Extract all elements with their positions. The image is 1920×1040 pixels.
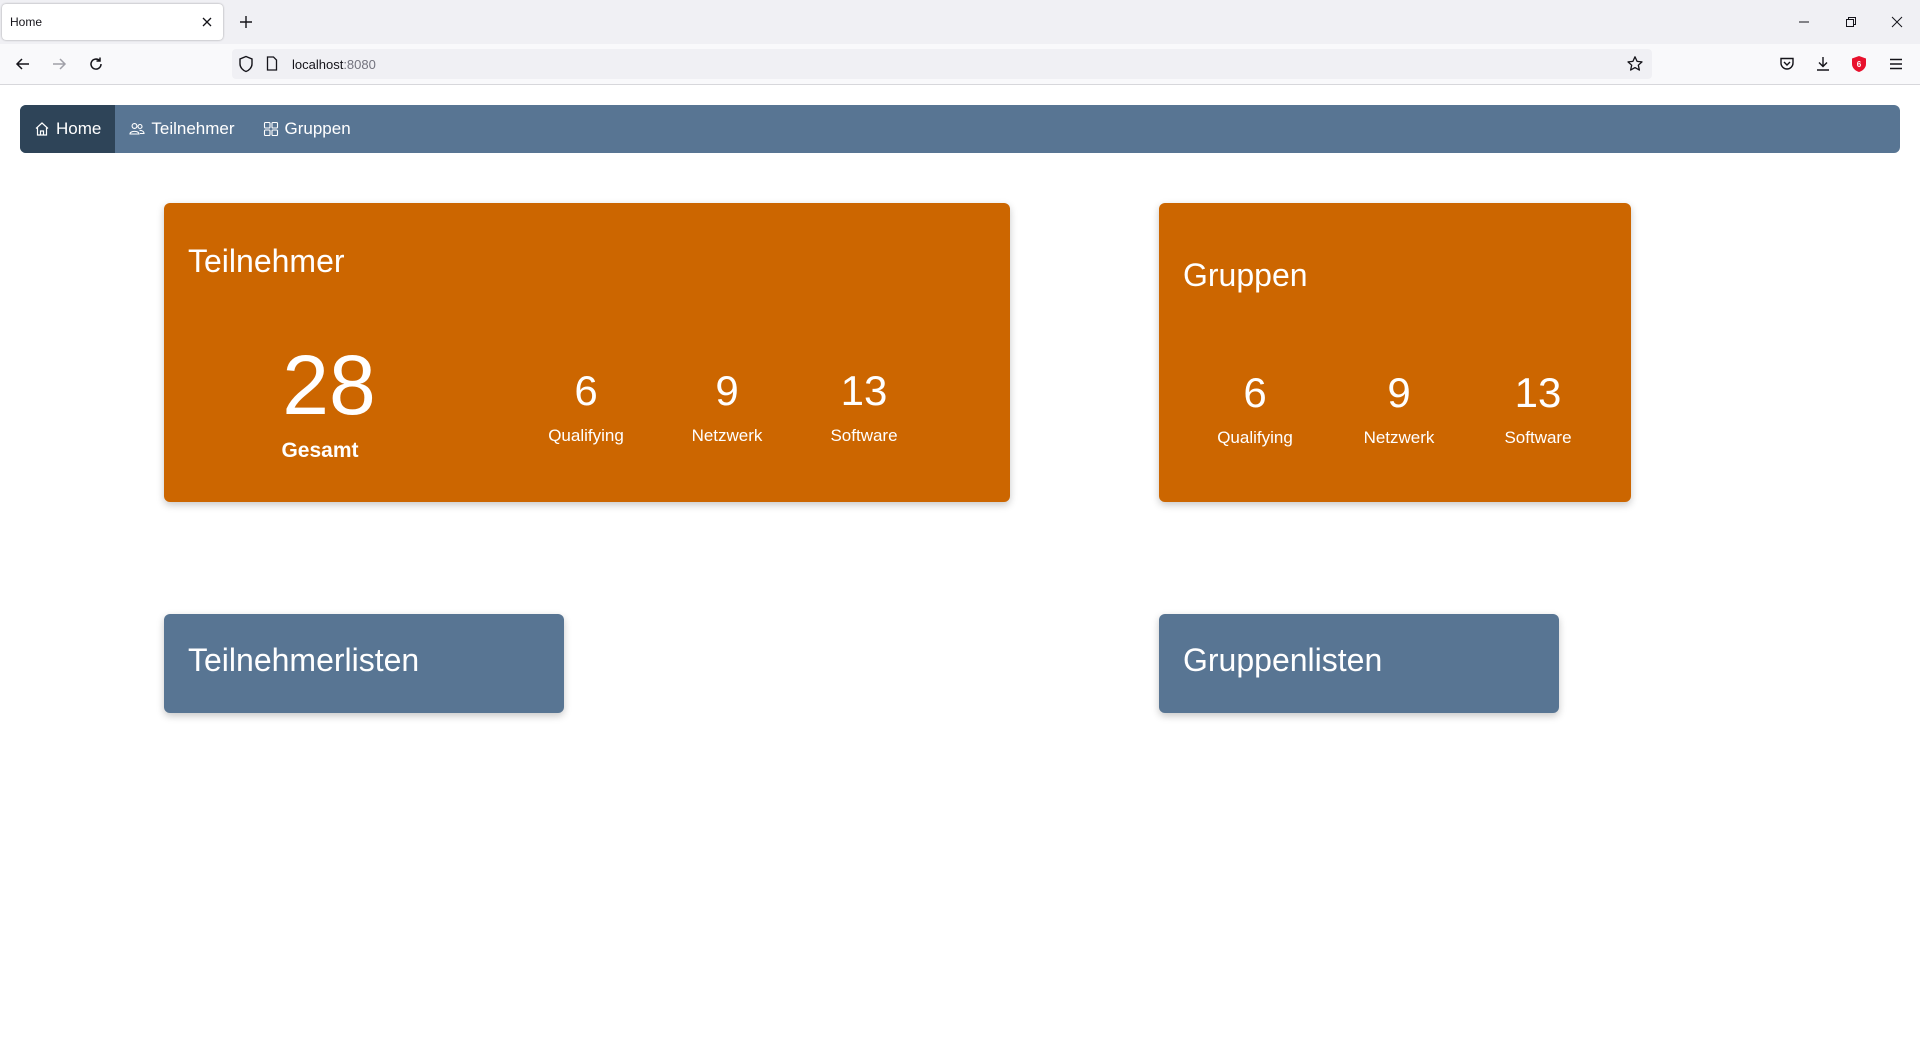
- teilnehmer-total-value: 28: [282, 338, 376, 432]
- nav-label-teilnehmer: Teilnehmer: [151, 119, 235, 138]
- url-bar[interactable]: localhost:8080: [232, 49, 1652, 79]
- teilnehmer-total-label: Gesamt: [281, 439, 359, 462]
- shield-icon[interactable]: [238, 55, 254, 78]
- download-icon[interactable]: [1813, 54, 1833, 74]
- bookmark-star-icon[interactable]: [1626, 55, 1644, 78]
- stat-label: Software: [1504, 428, 1572, 447]
- gruppen-stat-qualifying: 6 Qualifying: [1205, 372, 1305, 448]
- gruppenlisten-card-title: Gruppenlisten: [1183, 642, 1383, 678]
- nav-item-gruppen[interactable]: Gruppen: [249, 105, 365, 153]
- ublock-shield-icon[interactable]: 6: [1849, 54, 1869, 74]
- gruppenlisten-card[interactable]: Gruppenlisten: [1159, 614, 1559, 713]
- menu-icon[interactable]: [1886, 54, 1906, 74]
- restore-icon[interactable]: [1841, 12, 1861, 32]
- svg-text:6: 6: [1857, 60, 1862, 69]
- tab-title: Home: [10, 15, 43, 29]
- teilnehmer-stat-software: 13 Software: [814, 370, 914, 446]
- gruppen-stat-software: 13 Software: [1488, 372, 1588, 448]
- pocket-icon[interactable]: [1777, 54, 1797, 74]
- app-navbar: Home Teilnehmer Gruppen: [20, 105, 1900, 153]
- nav-label-home: Home: [56, 119, 102, 138]
- page: Home Teilnehmer Gruppen Teilnehmer 28 Ge…: [0, 86, 1920, 1040]
- stat-value: 13: [1514, 369, 1562, 416]
- url-port: :8080: [343, 57, 376, 72]
- close-window-icon[interactable]: [1887, 12, 1907, 32]
- stat-label: Netzwerk: [691, 426, 763, 445]
- new-tab-icon[interactable]: [236, 12, 256, 32]
- teilnehmerlisten-card[interactable]: Teilnehmerlisten: [164, 614, 564, 713]
- browser-tabstrip: Home: [0, 0, 1920, 44]
- nav-item-home[interactable]: Home: [20, 105, 116, 153]
- users-icon: [129, 121, 145, 137]
- teilnehmer-stat-netzwerk: 9 Netzwerk: [677, 370, 777, 446]
- browser-toolbar: localhost:8080 6: [0, 44, 1920, 85]
- browser-tab-home[interactable]: Home: [2, 4, 223, 40]
- nav-item-teilnehmer[interactable]: Teilnehmer: [115, 105, 248, 153]
- stat-label: Netzwerk: [1363, 428, 1435, 447]
- gruppen-card[interactable]: Gruppen 6 Qualifying 9 Netzwerk 13 Softw…: [1159, 203, 1631, 502]
- teilnehmerlisten-card-title: Teilnehmerlisten: [188, 642, 420, 678]
- reload-icon[interactable]: [85, 53, 107, 75]
- teilnehmer-card-title: Teilnehmer: [188, 243, 345, 279]
- url-host: localhost: [292, 57, 344, 72]
- stat-label: Qualifying: [1217, 428, 1293, 447]
- stat-label: Qualifying: [548, 426, 624, 445]
- stat-value: 6: [1243, 369, 1267, 416]
- home-icon: [34, 121, 50, 137]
- nav-label-gruppen: Gruppen: [284, 119, 351, 138]
- stat-value: 9: [715, 367, 739, 414]
- stat-value: 9: [1387, 369, 1411, 416]
- teilnehmer-card[interactable]: Teilnehmer 28 Gesamt 6 Qualifying 9 Netz…: [164, 203, 1010, 502]
- forward-icon[interactable]: [48, 53, 70, 75]
- tab-close-icon[interactable]: [199, 14, 215, 30]
- minimize-icon[interactable]: [1794, 12, 1814, 32]
- back-icon[interactable]: [12, 53, 34, 75]
- grid-icon: [263, 121, 279, 137]
- stat-label: Software: [830, 426, 898, 445]
- teilnehmer-stat-qualifying: 6 Qualifying: [536, 370, 636, 446]
- gruppen-stat-netzwerk: 9 Netzwerk: [1349, 372, 1449, 448]
- teilnehmer-total: 28 Gesamt: [269, 343, 389, 463]
- stat-value: 13: [840, 367, 888, 414]
- page-icon[interactable]: [266, 56, 278, 76]
- gruppen-card-title: Gruppen: [1183, 257, 1308, 293]
- url-text[interactable]: localhost:8080: [292, 57, 376, 72]
- stat-value: 6: [574, 367, 598, 414]
